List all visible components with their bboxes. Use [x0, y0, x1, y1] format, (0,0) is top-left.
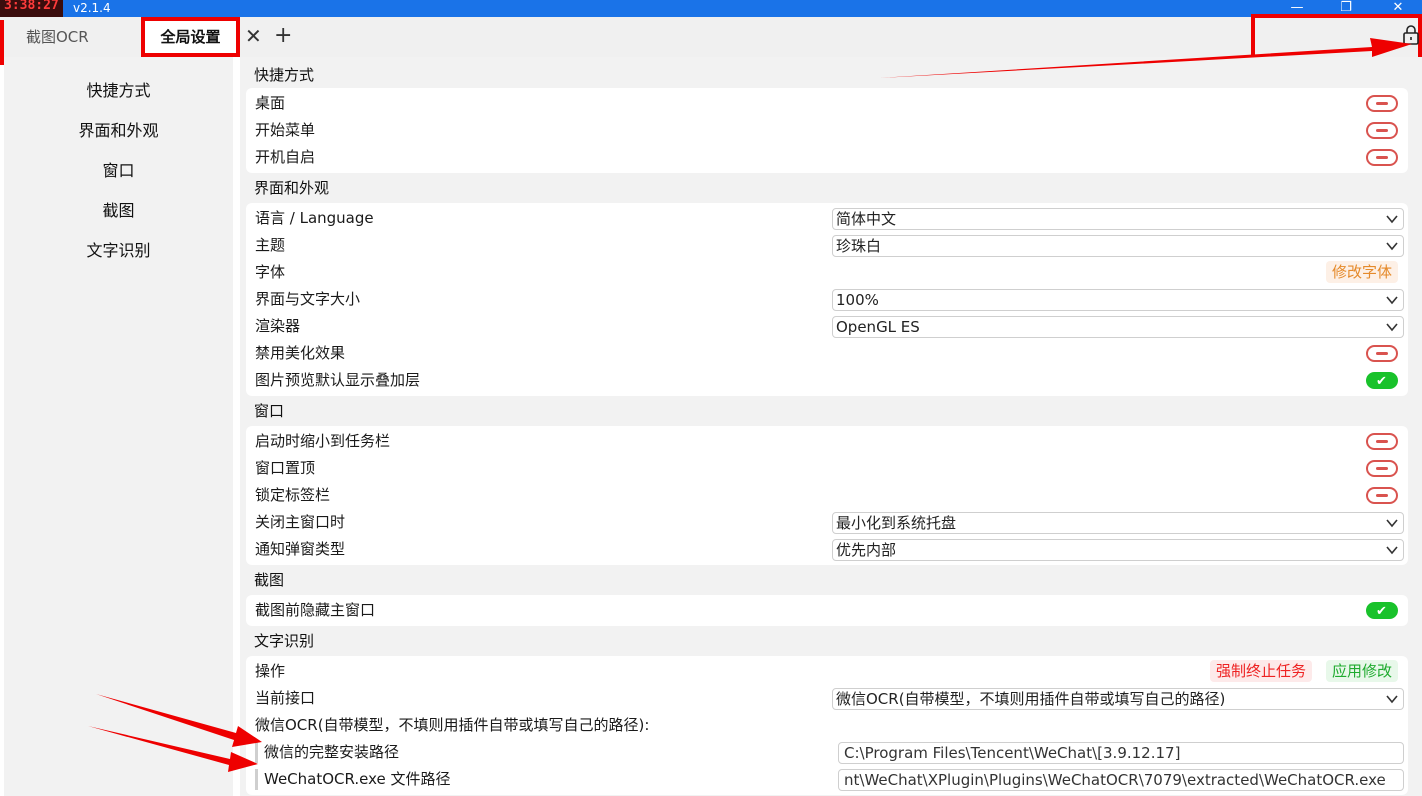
toggle-overlay[interactable]: ✔ — [1366, 372, 1398, 389]
check-icon: ✔ — [1376, 374, 1387, 389]
toggle-always-top[interactable] — [1366, 460, 1398, 477]
sidebar-item-appearance[interactable]: 界面和外观 — [4, 111, 233, 151]
chevron-down-icon — [1386, 323, 1398, 332]
tab-screenshot-ocr[interactable]: 截图OCR — [26, 17, 89, 57]
select-value: OpenGL ES — [836, 318, 920, 336]
change-font-button[interactable]: 修改字体 — [1325, 261, 1398, 283]
row-label: 微信的完整安装路径 — [264, 743, 400, 761]
exe-path-input[interactable]: nt\WeChat\XPlugin\Plugins\WeChatOCR\7079… — [838, 769, 1404, 791]
scale-select[interactable]: 100% — [832, 289, 1404, 311]
row-label: 开始菜单 — [255, 121, 316, 139]
sidebar-item-screenshot[interactable]: 截图 — [4, 191, 233, 231]
section-title-shortcuts: 快捷方式 — [254, 66, 315, 84]
section-title-window: 窗口 — [254, 402, 285, 420]
group-label: 微信OCR(自带模型，不填则用插件自带或填写自己的路径): — [255, 716, 650, 734]
row-label: 开机自启 — [255, 148, 316, 166]
select-value: 微信OCR(自带模型，不填则用插件自带或填写自己的路径) — [836, 690, 1226, 708]
lock-icon[interactable] — [1402, 25, 1420, 45]
close-tab-icon[interactable]: ✕ — [245, 17, 262, 57]
row-label: 渲染器 — [255, 317, 301, 335]
chevron-down-icon — [1386, 546, 1398, 555]
chevron-down-icon — [1386, 519, 1398, 528]
section-title-ocr: 文字识别 — [254, 632, 315, 650]
section-title-screenshot: 截图 — [254, 571, 285, 589]
row-label: 禁用美化效果 — [255, 344, 346, 362]
install-path-input[interactable]: C:\Program Files\Tencent\WeChat\[3.9.12.… — [838, 742, 1404, 764]
select-value: 珍珠白 — [836, 237, 882, 255]
add-tab-icon[interactable]: + — [274, 17, 292, 57]
tab-global-settings[interactable]: 全局设置 — [141, 17, 240, 57]
settings-panel: 快捷方式 桌面 开始菜单 开机自启 界面和外观 语言 / Language 简体… — [240, 57, 1422, 796]
row-label: 关闭主窗口时 — [255, 513, 346, 531]
toggle-hide-main[interactable]: ✔ — [1366, 602, 1398, 619]
chevron-down-icon — [1386, 215, 1398, 224]
select-value: 最小化到系统托盘 — [836, 514, 957, 532]
toggle-desktop[interactable] — [1366, 95, 1398, 112]
select-value: 简体中文 — [836, 210, 897, 228]
row-label: 窗口置顶 — [255, 459, 316, 477]
card-appearance: 语言 / Language 简体中文 主题 珍珠白 字体 修改字体 界面与文字大… — [246, 203, 1408, 396]
select-value: 100% — [836, 291, 879, 309]
chevron-down-icon — [1386, 242, 1398, 251]
row-label: 主题 — [255, 236, 286, 254]
clock-overlay: 3:38:27 — [0, 0, 63, 17]
sidebar-item-shortcuts[interactable]: 快捷方式 — [4, 71, 233, 111]
toggle-autostart[interactable] — [1366, 149, 1398, 166]
sidebar-item-window[interactable]: 窗口 — [4, 151, 233, 191]
row-label: 操作 — [255, 662, 286, 680]
app-version: v2.1.4 — [73, 1, 111, 15]
sidebar-item-ocr[interactable]: 文字识别 — [4, 231, 233, 271]
chevron-down-icon — [1386, 695, 1398, 704]
row-label: 锁定标签栏 — [255, 486, 331, 504]
notify-type-select[interactable]: 优先内部 — [832, 539, 1404, 561]
ocr-api-select[interactable]: 微信OCR(自带模型，不填则用插件自带或填写自己的路径) — [832, 688, 1404, 710]
select-value: 优先内部 — [836, 541, 897, 559]
chevron-down-icon — [1386, 296, 1398, 305]
row-label: 截图前隐藏主窗口 — [255, 601, 376, 619]
sidebar: 快捷方式 界面和外观 窗口 截图 文字识别 — [4, 57, 233, 796]
card-shortcuts: 桌面 开始菜单 开机自启 — [246, 88, 1408, 173]
row-label: 界面与文字大小 — [255, 290, 361, 308]
row-label: 语言 / Language — [255, 209, 374, 227]
row-label: 通知弹窗类型 — [255, 540, 346, 558]
toggle-minimize-start[interactable] — [1366, 433, 1398, 450]
card-ocr: 操作 强制终止任务 应用修改 当前接口 微信OCR(自带模型，不填则用插件自带或… — [246, 656, 1408, 795]
theme-select[interactable]: 珍珠白 — [832, 235, 1404, 257]
row-label: 图片预览默认显示叠加层 — [255, 371, 421, 389]
toggle-lock-tabs[interactable] — [1366, 487, 1398, 504]
card-window: 启动时缩小到任务栏 窗口置顶 锁定标签栏 关闭主窗口时 最小化到系统托盘 通知弹… — [246, 426, 1408, 565]
row-label: 启动时缩小到任务栏 — [255, 432, 391, 450]
card-screenshot: 截图前隐藏主窗口 ✔ — [246, 595, 1408, 626]
row-label: WeChatOCR.exe 文件路径 — [264, 770, 451, 788]
check-icon: ✔ — [1376, 604, 1387, 619]
force-stop-button[interactable]: 强制终止任务 — [1209, 660, 1312, 682]
language-select[interactable]: 简体中文 — [832, 208, 1404, 230]
renderer-select[interactable]: OpenGL ES — [832, 316, 1404, 338]
on-close-select[interactable]: 最小化到系统托盘 — [832, 512, 1404, 534]
toggle-start-menu[interactable] — [1366, 122, 1398, 139]
section-title-appearance: 界面和外观 — [254, 179, 330, 197]
row-label: 当前接口 — [255, 689, 316, 707]
row-label: 桌面 — [255, 94, 286, 112]
title-bar: 3:38:27 v2.1.4 — ❐ ✕ — [0, 0, 1422, 17]
tab-bar: 截图OCR 全局设置 ✕ + — [0, 14, 1422, 67]
apply-changes-button[interactable]: 应用修改 — [1325, 660, 1398, 682]
row-label: 字体 — [255, 263, 286, 281]
toggle-disable-effects[interactable] — [1366, 345, 1398, 362]
